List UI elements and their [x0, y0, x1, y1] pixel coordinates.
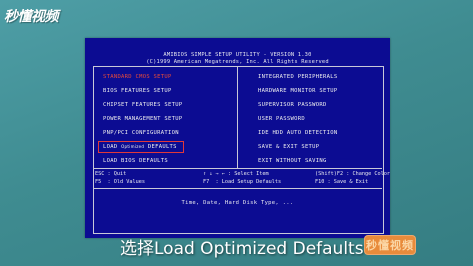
menu-standard-cmos-setup[interactable]: STANDARD CMOS SETUP: [103, 74, 172, 81]
menu-load-bios-defaults[interactable]: LOAD BIOS DEFAULTS: [103, 158, 168, 165]
load-optimized-small: Optimized: [121, 144, 145, 149]
menu-chipset-features-setup[interactable]: CHIPSET FEATURES SETUP: [103, 102, 182, 109]
key-f5-old-values: F5 : Old Values: [95, 179, 145, 185]
bios-title-line2: (C)1999 American Megatrends, Inc. All Ri…: [146, 59, 329, 65]
brand-badge-text: 秒懂视频: [366, 239, 414, 252]
keys-bottom-divider: [93, 188, 382, 189]
menu-bios-features-setup[interactable]: BIOS FEATURES SETUP: [103, 88, 172, 95]
bios-screen: AMIBIOS SIMPLE SETUP UTILITY - VERSION 1…: [85, 38, 390, 238]
menu-ide-hdd-auto-detection[interactable]: IDE HDD AUTO DETECTION: [258, 130, 337, 137]
menu-save-exit-setup[interactable]: SAVE & EXIT SETUP: [258, 144, 319, 151]
key-esc-quit: ESC : Quit: [95, 171, 127, 177]
load-optimized-suffix: DEFAULTS: [147, 144, 177, 150]
menu-power-management-setup[interactable]: POWER MANAGEMENT SETUP: [103, 116, 182, 123]
key-shift-f2-change-color: (Shift)F2 : Change Color: [315, 171, 390, 177]
load-optimized-prefix: LOAD: [103, 144, 118, 150]
menu-hardware-monitor-setup[interactable]: HARDWARE MONITOR SETUP: [258, 88, 337, 95]
bios-title-line1: AMIBIOS SIMPLE SETUP UTILITY - VERSION 1…: [163, 52, 312, 58]
brand-badge: 秒懂视频: [364, 235, 416, 255]
bios-title: AMIBIOS SIMPLE SETUP UTILITY - VERSION 1…: [85, 52, 390, 66]
menu-integrated-peripherals[interactable]: INTEGRATED PERIPHERALS: [258, 74, 337, 81]
menu-exit-without-saving[interactable]: EXIT WITHOUT SAVING: [258, 158, 327, 165]
subtitle-caption: 选择Load Optimized Defaults: [120, 239, 364, 259]
menu-user-password[interactable]: USER PASSWORD: [258, 116, 305, 123]
menu-pnp-pci-configuration[interactable]: PNP/PCI CONFIGURATION: [103, 130, 179, 137]
key-f10-save-exit: F10 : Save & Exit: [315, 179, 369, 185]
status-hint: Time, Date, Hard Disk Type, ...: [181, 200, 294, 206]
key-arrows-select-item: ↑ ↓ → ← : Select Item: [203, 171, 269, 177]
key-f7-load-setup-defaults: F7 : Load Setup Defaults: [203, 179, 282, 185]
menu-load-optimized-defaults[interactable]: LOAD Optimized DEFAULTS: [98, 141, 184, 153]
menu-column-divider: [237, 66, 238, 168]
video-logo: 秒懂视频: [4, 9, 59, 25]
menu-bottom-divider: [93, 168, 382, 169]
menu-supervisor-password[interactable]: SUPERVISOR PASSWORD: [258, 102, 327, 109]
